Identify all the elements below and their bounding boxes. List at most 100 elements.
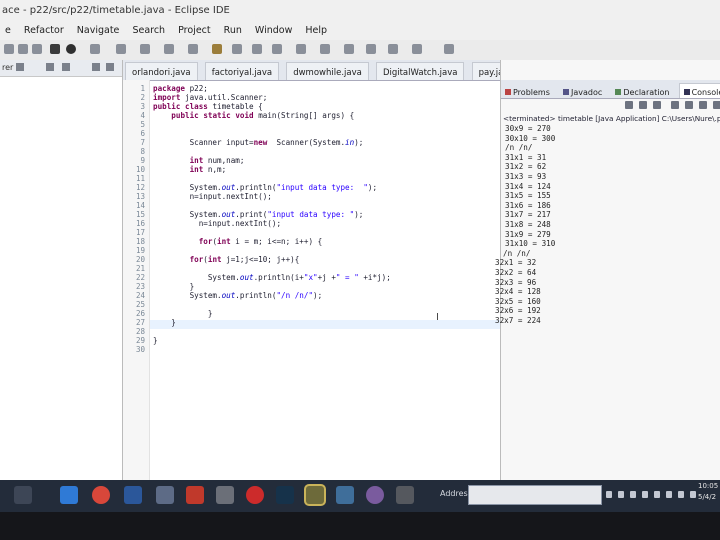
code-line: package p22;: [153, 84, 208, 93]
editor-tab[interactable]: DigitalWatch.java: [375, 62, 465, 80]
display-console-icon[interactable]: [713, 101, 720, 109]
eclipse-icon[interactable]: [306, 486, 324, 504]
new-file-icon[interactable]: [4, 44, 14, 54]
address-input[interactable]: [468, 485, 602, 505]
media-icon[interactable]: [216, 486, 234, 504]
line-number: 7: [140, 138, 145, 147]
code-line: System.out.println("input data type: ");: [153, 183, 378, 192]
show-whitespace-icon[interactable]: [272, 44, 282, 54]
view-menu-icon[interactable]: [62, 63, 70, 71]
editor-tab[interactable]: factoriyal.java: [204, 62, 280, 80]
console-line: /n /n/: [503, 248, 531, 258]
new-package-icon[interactable]: [140, 44, 150, 54]
word-icon[interactable]: [124, 486, 142, 504]
clock-time[interactable]: 10:05: [698, 482, 718, 490]
menu-item-edit[interactable]: e: [0, 22, 16, 40]
toggle-mark-occurrences-icon[interactable]: [252, 44, 262, 54]
menu-item-help[interactable]: Help: [300, 22, 332, 40]
back-arrow-icon[interactable]: [366, 44, 376, 54]
console-line: 32x7 = 224: [495, 316, 541, 325]
menu-item-window[interactable]: Window: [250, 22, 297, 40]
editor-tab[interactable]: dwmowhile.java: [286, 62, 369, 80]
monitor-bezel: [0, 512, 720, 540]
package-explorer-title: rer: [2, 63, 14, 72]
menu-item-search[interactable]: Search: [127, 22, 170, 40]
remove-all-terminated-icon[interactable]: [653, 101, 661, 109]
editor-tab[interactable]: pay.jav: [471, 62, 500, 80]
next-annotation-icon[interactable]: [296, 44, 306, 54]
tray-app-icon[interactable]: [654, 491, 660, 498]
new-class-icon[interactable]: [164, 44, 174, 54]
terminate-icon[interactable]: [625, 101, 633, 109]
line-number: 5: [140, 120, 145, 129]
explorer-folder-icon[interactable]: [336, 486, 354, 504]
console-line: 32x2 = 64: [495, 268, 537, 277]
open-task-icon[interactable]: [212, 44, 222, 54]
tab-javadoc[interactable]: Javadoc: [559, 84, 606, 98]
photoshop-icon[interactable]: [276, 486, 294, 504]
last-edit-location-icon[interactable]: [344, 44, 354, 54]
problems-icon: [505, 89, 511, 95]
menu-item-run[interactable]: Run: [219, 22, 247, 40]
collapse-all-icon[interactable]: [16, 63, 24, 71]
run-icon[interactable]: [66, 44, 76, 54]
system-tray: [604, 486, 696, 504]
external-tools-icon[interactable]: [90, 44, 100, 54]
pin-editor-icon[interactable]: [412, 44, 422, 54]
previous-annotation-icon[interactable]: [320, 44, 330, 54]
tab-declaration[interactable]: Declaration: [611, 84, 673, 98]
save-icon[interactable]: [18, 44, 28, 54]
clear-console-icon[interactable]: [671, 101, 679, 109]
maximize-view-icon[interactable]: [106, 63, 114, 71]
terminal-icon[interactable]: [396, 486, 414, 504]
tray-up-arrow-icon[interactable]: [606, 491, 612, 498]
line-number: 3: [140, 102, 145, 111]
tray-app-icon[interactable]: [618, 491, 624, 498]
code-line: int num,nam;: [189, 156, 245, 165]
remove-launch-icon[interactable]: [639, 101, 647, 109]
task-view-icon[interactable]: [14, 486, 32, 504]
open-type-icon[interactable]: [188, 44, 198, 54]
minimize-view-icon[interactable]: [92, 63, 100, 71]
record-icon[interactable]: [246, 486, 264, 504]
forward-arrow-icon[interactable]: [388, 44, 398, 54]
menu-item-refactor[interactable]: Refactor: [19, 22, 69, 40]
language-icon[interactable]: [690, 491, 696, 498]
code-line: }: [153, 318, 176, 327]
app-icon[interactable]: [156, 486, 174, 504]
network-icon[interactable]: [666, 491, 672, 498]
link-editor-icon[interactable]: [46, 63, 54, 71]
code-line: }: [153, 309, 213, 318]
tray-app-icon[interactable]: [642, 491, 648, 498]
scroll-lock-icon[interactable]: [685, 101, 693, 109]
print-icon[interactable]: [32, 44, 42, 54]
line-number: 12: [135, 183, 145, 192]
open-perspective-icon[interactable]: [444, 44, 454, 54]
console-line: 31x2 = 62: [505, 162, 547, 172]
menu-item-navigate[interactable]: Navigate: [72, 22, 125, 40]
tab-label: Console: [691, 88, 720, 97]
new-java-project-icon[interactable]: [116, 44, 126, 54]
windows-taskbar: Address 10:05 5/4/2: [0, 480, 720, 512]
code-line: public class timetable {: [153, 102, 263, 111]
search-icon[interactable]: [232, 44, 242, 54]
code-area[interactable]: package p22; import java.util.Scanner; pub…: [153, 80, 498, 480]
browser-icon[interactable]: [366, 486, 384, 504]
clock-date[interactable]: 5/4/2: [698, 493, 716, 501]
tab-console[interactable]: Console: [678, 83, 720, 98]
tab-problems[interactable]: Problems: [501, 84, 554, 98]
editor-tab[interactable]: orlandori.java: [125, 62, 198, 80]
line-number: 22: [135, 273, 145, 282]
chrome-icon[interactable]: [92, 486, 110, 504]
file-explorer-icon[interactable]: [60, 486, 78, 504]
console-line: 32x3 = 96: [495, 277, 537, 287]
pin-console-icon[interactable]: [699, 101, 707, 109]
volume-icon[interactable]: [678, 491, 684, 498]
console-output[interactable]: 30x9 = 270 30x10 = 300/n /n/31x1 = 31 31x2…: [495, 124, 720, 384]
code-line: n=input.nextInt();: [153, 192, 272, 201]
menu-item-project[interactable]: Project: [173, 22, 216, 40]
adobe-illustrator-icon[interactable]: [186, 486, 204, 504]
tray-app-icon[interactable]: [630, 491, 636, 498]
line-number: 20: [135, 255, 145, 264]
debug-icon[interactable]: [50, 44, 60, 54]
